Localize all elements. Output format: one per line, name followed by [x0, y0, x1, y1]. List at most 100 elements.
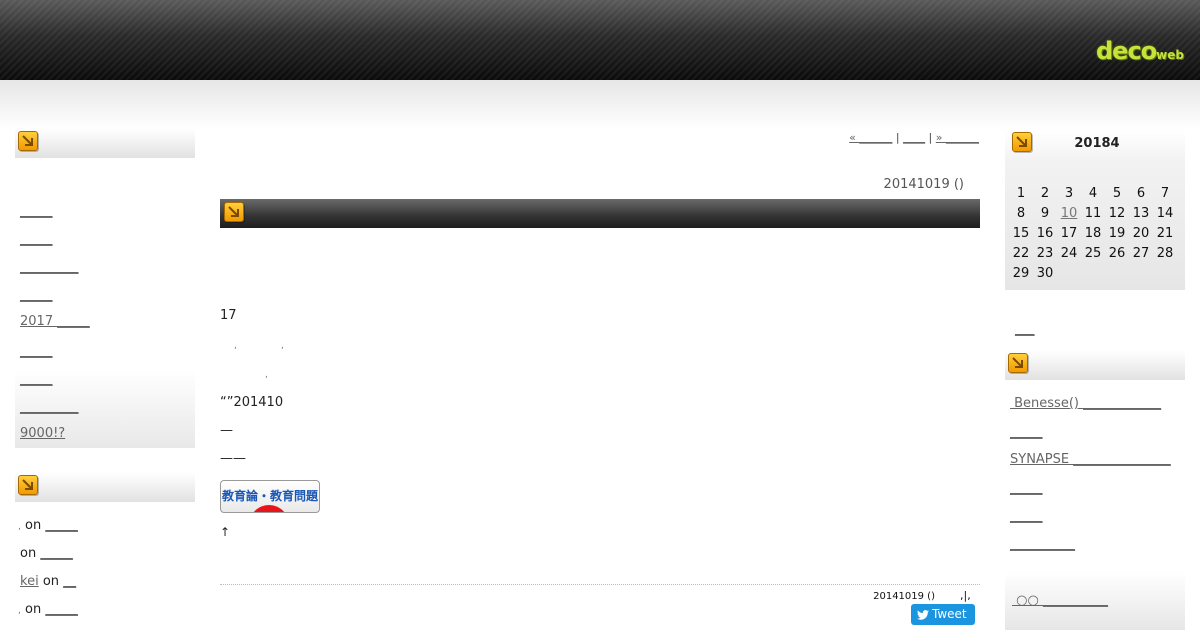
- index-link[interactable]: ____: [903, 131, 925, 144]
- calendar-day: [1153, 263, 1177, 283]
- calendar-day: [1105, 263, 1129, 283]
- calendar-day: 2: [1040, 185, 1050, 201]
- twitter-bird-icon: [917, 610, 929, 620]
- comment-on: on: [38, 574, 64, 589]
- calendar-day: 26: [1108, 245, 1126, 261]
- right-widget-header: [1005, 350, 1185, 380]
- comment-on: on: [20, 518, 46, 533]
- post-paragraph: —: [220, 423, 233, 438]
- calendar-day: 28: [1156, 245, 1174, 261]
- post-footer-links[interactable]: ,|,: [960, 589, 971, 602]
- left-link-7[interactable]: _____: [20, 372, 53, 387]
- arrow-icon: [18, 475, 38, 495]
- next-post-link[interactable]: » ______: [936, 131, 979, 144]
- calendar-day: [1057, 263, 1081, 283]
- post-footer-date: 20141019 (): [873, 591, 935, 602]
- right-link-6[interactable]: __________: [1010, 537, 1075, 552]
- comment-item: on _____: [20, 546, 73, 561]
- calendar-day: 20: [1132, 225, 1150, 241]
- calendar-day: 11: [1084, 205, 1102, 221]
- comment-item: kei on __: [20, 574, 76, 589]
- post-pager: « ______ | ____ | » ______: [849, 131, 979, 144]
- comment-item: , on _____: [18, 518, 78, 533]
- right-link-2[interactable]: _____: [1010, 425, 1043, 440]
- arrow-icon: [18, 131, 38, 151]
- post-title-bar: [220, 199, 980, 228]
- calendar-day: 6: [1136, 185, 1146, 201]
- logo-main: deco: [1096, 37, 1157, 65]
- pager-sep: |: [925, 131, 936, 144]
- right-link-1[interactable]: Benesse() ____________: [1010, 396, 1161, 411]
- left-link-9[interactable]: 9000!?: [20, 426, 65, 441]
- calendar-day: 1: [1016, 185, 1026, 201]
- comment-author[interactable]: kei: [20, 574, 39, 589]
- post-mark: ,: [281, 341, 284, 351]
- calendar-day: 22: [1012, 245, 1030, 261]
- post-mark: ,: [234, 341, 237, 351]
- badge-text: 教育論・教育問題: [221, 489, 318, 503]
- comment-on: on: [20, 546, 41, 561]
- arrow-icon: [224, 202, 244, 222]
- calendar-day: 17: [1060, 225, 1078, 241]
- tweet-button[interactable]: Tweet: [911, 604, 975, 625]
- post-paragraph: 17: [220, 308, 237, 323]
- calendar-day: 21: [1156, 225, 1174, 241]
- comment-on: on: [20, 602, 46, 617]
- right-link-4[interactable]: _____: [1010, 481, 1043, 496]
- calendar-day: 24: [1060, 245, 1078, 261]
- calendar-day: 4: [1088, 185, 1098, 201]
- blog-ranking-badge[interactable]: 教育論・教育問題: [220, 480, 320, 513]
- comment-post-link[interactable]: _____: [45, 518, 78, 533]
- calendar-week: 8 9 10 11 12 13 14: [1009, 203, 1177, 223]
- calendar-week: 15 16 17 18 19 20 21: [1009, 223, 1177, 243]
- left-widget-header-1: [15, 128, 195, 158]
- left-link-1[interactable]: _____: [20, 204, 53, 219]
- logo-sub: web: [1156, 48, 1184, 62]
- right-link-5[interactable]: _____: [1010, 509, 1043, 524]
- calendar-week: 22 23 24 25 26 27 28: [1009, 243, 1177, 263]
- calendar-day: 19: [1108, 225, 1126, 241]
- site-logo[interactable]: decoweb: [1096, 37, 1184, 65]
- calendar-day: 12: [1108, 205, 1126, 221]
- calendar-day: 25: [1084, 245, 1102, 261]
- calendar-day: 13: [1132, 205, 1150, 221]
- left-link-4[interactable]: _____: [20, 288, 53, 303]
- calendar-week: 29 30: [1009, 263, 1177, 283]
- comment-item: , on _____: [18, 602, 78, 617]
- calendar-day: 23: [1036, 245, 1054, 261]
- calendar-day: 27: [1132, 245, 1150, 261]
- calendar-day: 30: [1036, 265, 1054, 281]
- post-paragraph: ↑: [220, 525, 231, 539]
- left-link-3[interactable]: _________: [20, 260, 79, 275]
- comment-post-link[interactable]: _____: [45, 602, 78, 617]
- post-divider: [220, 584, 980, 585]
- calendar-day: 16: [1036, 225, 1054, 241]
- calendar-title: 20184: [1074, 136, 1120, 151]
- prev-post-link[interactable]: « ______: [849, 131, 892, 144]
- comment-post-link[interactable]: __: [63, 574, 76, 589]
- calendar-day: 18: [1084, 225, 1102, 241]
- header-shadow-band: [0, 80, 1200, 130]
- right-bottom-link[interactable]: ○○ __________: [1012, 593, 1108, 608]
- calendar-day: 8: [1016, 205, 1026, 221]
- calendar-widget: 20184 1 2 3 4 5 6 7 8 9 10 11 12 13 14 15 16 17 18 19 20 21 2…: [1005, 130, 1185, 290]
- calendar-day: [1081, 263, 1105, 283]
- left-link-6[interactable]: _____: [20, 344, 53, 359]
- calendar-week: 1234567: [1009, 183, 1177, 203]
- pager-sep: |: [892, 131, 904, 144]
- calendar-day: 5: [1112, 185, 1122, 201]
- left-link-2[interactable]: _____: [20, 232, 53, 247]
- calendar-day[interactable]: 10: [1057, 203, 1081, 223]
- site-header: decoweb: [0, 0, 1200, 80]
- calendar-day: [1129, 263, 1153, 283]
- left-link-8[interactable]: _________: [20, 400, 79, 415]
- calendar-below-link[interactable]: ___: [1015, 322, 1035, 337]
- right-link-3[interactable]: SYNAPSE _______________: [1010, 452, 1171, 467]
- left-widget-header-2: [15, 472, 195, 502]
- calendar-day: 29: [1012, 265, 1030, 281]
- calendar-day: 15: [1012, 225, 1030, 241]
- calendar-day: 7: [1160, 185, 1170, 201]
- comment-post-link[interactable]: _____: [40, 546, 73, 561]
- rising-sun-shape: [249, 505, 289, 512]
- left-link-5[interactable]: 2017 _____: [20, 314, 90, 329]
